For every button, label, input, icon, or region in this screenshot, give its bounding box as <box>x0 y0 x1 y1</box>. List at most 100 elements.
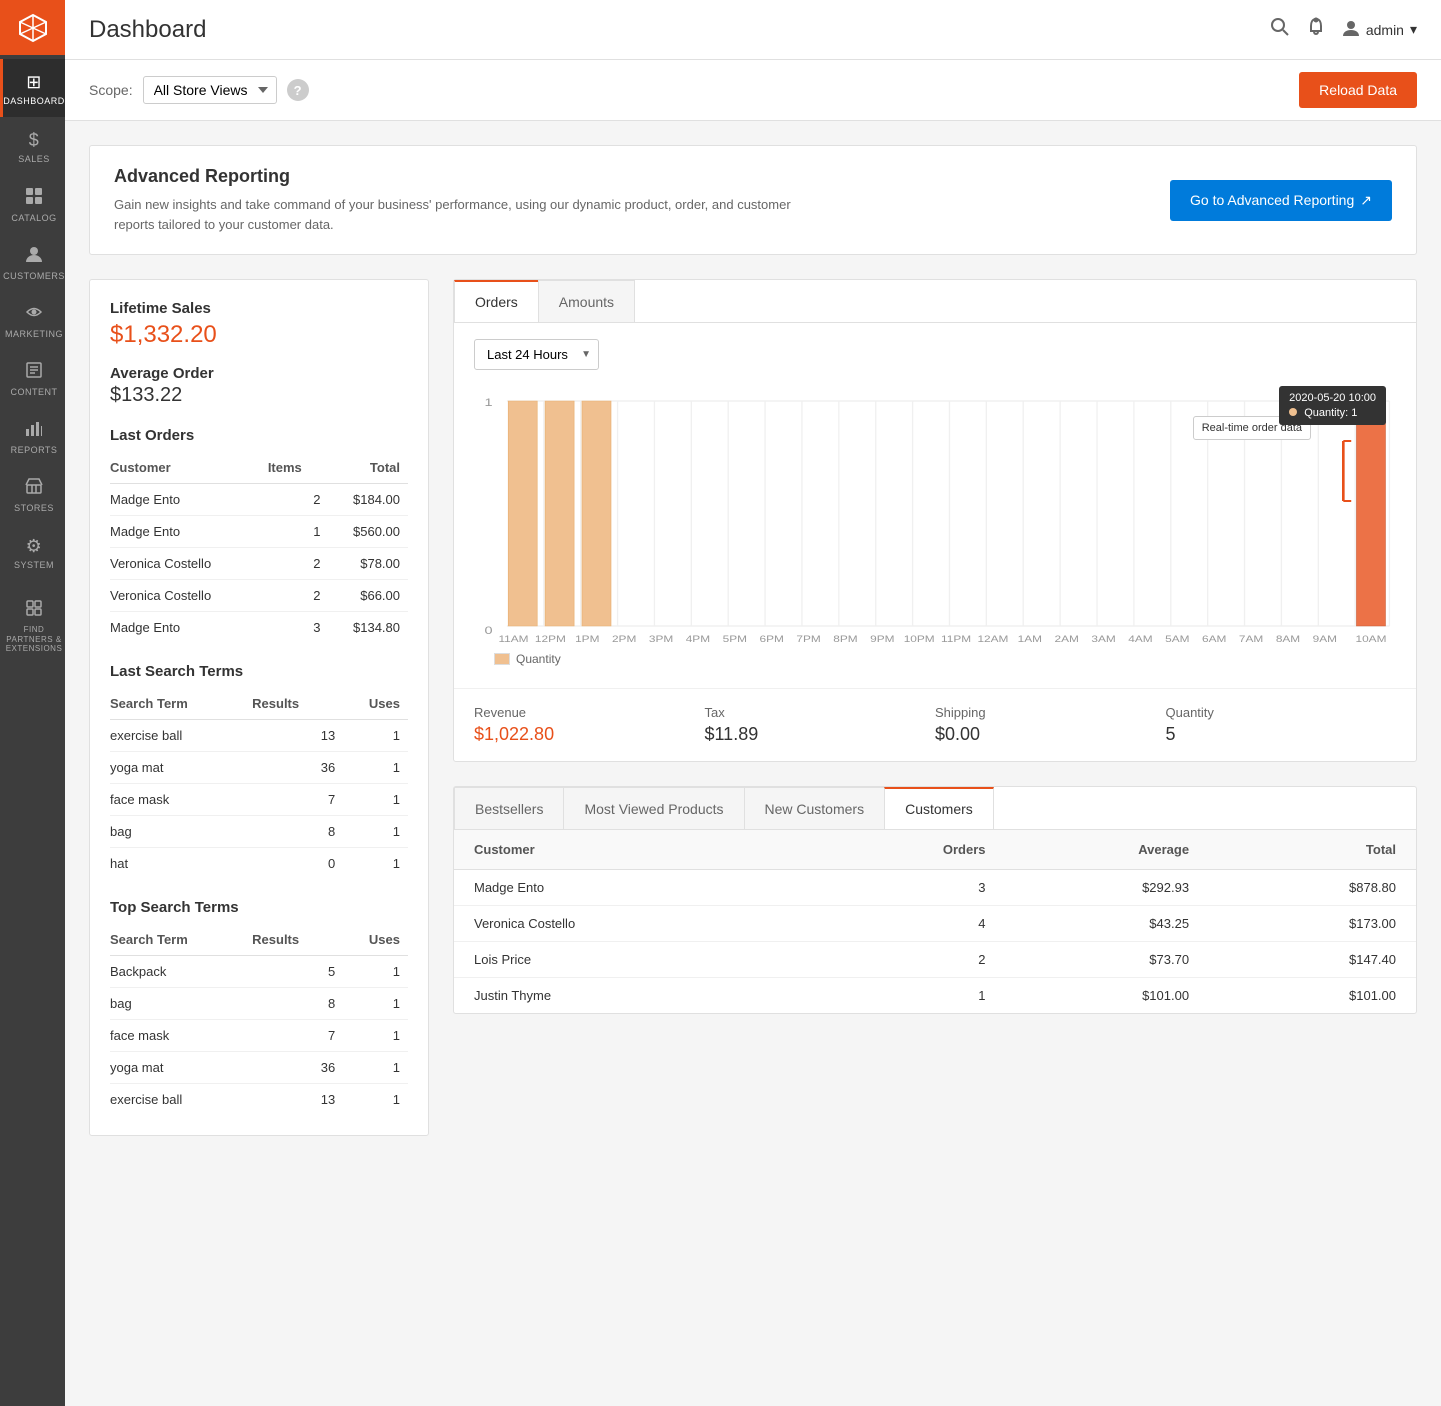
col-average: Average <box>998 830 1202 870</box>
sidebar-item-label: CONTENT <box>11 387 58 398</box>
search-uses: 1 <box>343 784 408 816</box>
table-row: Madge Ento2$184.00 <box>110 484 408 516</box>
customer-orders: 2 <box>816 942 997 978</box>
search-uses: 1 <box>343 956 408 988</box>
user-name: admin <box>1366 22 1404 38</box>
order-items: 1 <box>268 516 329 548</box>
sidebar-item-label: STORES <box>14 503 54 514</box>
chart-wrap: 1 0 <box>454 386 1416 688</box>
sidebar-logo[interactable] <box>0 0 65 55</box>
svg-text:1PM: 1PM <box>575 634 599 644</box>
tab-most-viewed[interactable]: Most Viewed Products <box>563 787 744 829</box>
tab-orders[interactable]: Orders <box>454 280 539 322</box>
customer-total: $173.00 <box>1201 906 1416 942</box>
adv-reporting-btn-label: Go to Advanced Reporting <box>1190 192 1354 208</box>
chart-filter-row: Last 24 HoursLast 7 DaysLast 30 Days ▼ <box>454 323 1416 386</box>
sidebar-item-content[interactable]: CONTENT <box>0 349 65 407</box>
shipping-value: $0.00 <box>935 724 1166 745</box>
svg-text:6PM: 6PM <box>759 634 783 644</box>
col-results: Results <box>252 690 343 720</box>
search-term: face mask <box>110 784 252 816</box>
search-results: 8 <box>252 816 343 848</box>
metric-revenue: Revenue $1,022.80 <box>474 705 705 745</box>
order-items: 2 <box>268 580 329 612</box>
sidebar-item-marketing[interactable]: MARKETING <box>0 291 65 349</box>
col-customer-name: Customer <box>454 830 816 870</box>
customers-icon <box>25 245 43 268</box>
top-search-terms-table: Search Term Results Uses Backpack51bag81… <box>110 926 408 1115</box>
order-customer: Veronica Costello <box>110 548 268 580</box>
sidebar-item-label: SYSTEM <box>14 560 54 571</box>
customer-average: $43.25 <box>998 906 1202 942</box>
last-search-terms-table: Search Term Results Uses exercise ball13… <box>110 690 408 879</box>
search-term: yoga mat <box>110 752 252 784</box>
svg-text:7AM: 7AM <box>1239 634 1263 644</box>
search-term: bag <box>110 988 252 1020</box>
svg-text:8PM: 8PM <box>833 634 857 644</box>
search-uses: 1 <box>343 752 408 784</box>
order-customer: Madge Ento <box>110 516 268 548</box>
svg-text:11PM: 11PM <box>941 634 971 644</box>
table-row: Veronica Costello2$66.00 <box>110 580 408 612</box>
bell-icon[interactable] <box>1306 17 1326 42</box>
table-row: Veronica Costello2$78.00 <box>110 548 408 580</box>
col-customer: Customer <box>110 454 268 484</box>
user-menu[interactable]: admin ▾ <box>1342 19 1417 40</box>
lifetime-sales-value: $1,332.20 <box>110 321 408 349</box>
customer-average: $292.93 <box>998 870 1202 906</box>
reports-icon <box>25 419 43 442</box>
time-filter-select[interactable]: Last 24 HoursLast 7 DaysLast 30 Days <box>474 339 599 370</box>
table-row: yoga mat361 <box>110 752 408 784</box>
partners-icon <box>25 599 43 622</box>
store-view-select[interactable]: All Store Views <box>143 76 277 104</box>
tax-label: Tax <box>705 705 936 720</box>
stores-icon <box>25 477 43 500</box>
search-results: 8 <box>252 988 343 1020</box>
sidebar-item-dashboard[interactable]: ⊞ DASHBOARD <box>0 59 65 117</box>
col-search-term2: Search Term <box>110 926 252 956</box>
top-search-terms-title: Top Search Terms <box>110 899 408 916</box>
order-total: $66.00 <box>328 580 408 612</box>
sidebar-item-label: CATALOG <box>11 213 56 224</box>
quantity-value: 5 <box>1166 724 1397 745</box>
order-customer: Veronica Costello <box>110 580 268 612</box>
search-icon[interactable] <box>1270 17 1290 42</box>
help-icon[interactable]: ? <box>287 79 309 101</box>
tab-bestsellers[interactable]: Bestsellers <box>454 787 564 829</box>
sidebar-item-reports[interactable]: REPORTS <box>0 407 65 465</box>
scope-left: Scope: All Store Views ? <box>89 76 309 104</box>
tooltip-quantity: Quantity: 1 <box>1289 407 1376 419</box>
sidebar-item-stores[interactable]: STORES <box>0 465 65 523</box>
sidebar-item-catalog[interactable]: CATALOG <box>0 175 65 233</box>
tab-customers[interactable]: Customers <box>884 787 994 829</box>
lifetime-sales-card: Lifetime Sales $1,332.20 Average Order $… <box>89 279 429 1136</box>
system-icon: ⚙ <box>26 536 43 557</box>
col-uses: Uses <box>343 690 408 720</box>
table-row: hat01 <box>110 848 408 880</box>
svg-text:6AM: 6AM <box>1202 634 1226 644</box>
sidebar-item-system[interactable]: ⚙ SYSTEM <box>0 523 65 581</box>
order-customer: Madge Ento <box>110 484 268 516</box>
sidebar-item-customers[interactable]: CUSTOMERS <box>0 233 65 291</box>
scope-bar: Scope: All Store Views ? Reload Data <box>65 60 1441 121</box>
search-term: exercise ball <box>110 1084 252 1116</box>
svg-text:8AM: 8AM <box>1276 634 1300 644</box>
svg-text:3AM: 3AM <box>1091 634 1115 644</box>
customer-average: $101.00 <box>998 978 1202 1014</box>
svg-text:9AM: 9AM <box>1313 634 1337 644</box>
lifetime-sales-body: Lifetime Sales $1,332.20 Average Order $… <box>90 280 428 1135</box>
sales-icon: $ <box>29 130 40 151</box>
tab-amounts[interactable]: Amounts <box>538 280 635 322</box>
tab-new-customers[interactable]: New Customers <box>744 787 886 829</box>
svg-text:0: 0 <box>485 624 493 637</box>
sidebar-item-label: MARKETING <box>5 329 63 340</box>
customer-name: Justin Thyme <box>454 978 816 1014</box>
search-results: 13 <box>252 1084 343 1116</box>
svg-text:5PM: 5PM <box>723 634 747 644</box>
col-orders: Orders <box>816 830 997 870</box>
sidebar-item-sales[interactable]: $ SALES <box>0 117 65 175</box>
go-to-advanced-reporting-button[interactable]: Go to Advanced Reporting ↗ <box>1170 180 1392 221</box>
customer-orders: 4 <box>816 906 997 942</box>
sidebar-item-find-partners[interactable]: FIND PARTNERS & EXTENSIONS <box>0 589 65 662</box>
reload-data-button[interactable]: Reload Data <box>1299 72 1417 108</box>
